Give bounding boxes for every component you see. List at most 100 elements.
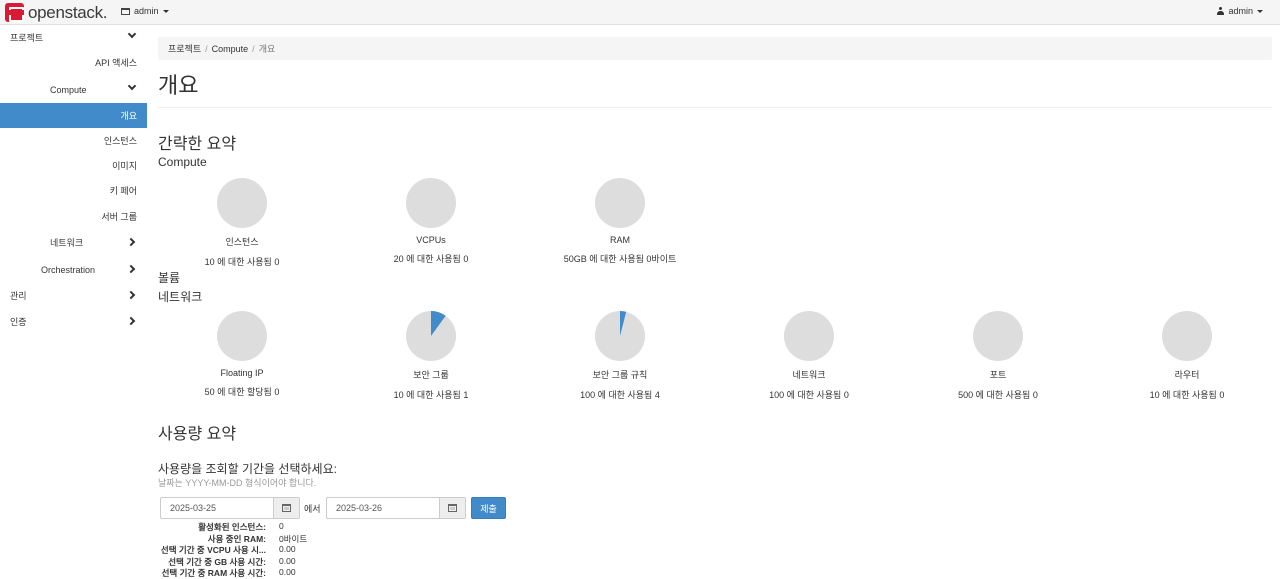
quota-pie-chart: VCPUs 20 에 대한 사용됨 0 bbox=[361, 177, 501, 265]
sidebar: 프로젝트 API 액세스 Compute 개요 인스턴스 이미지 키 페어 서버… bbox=[0, 25, 147, 571]
chevron-right-icon bbox=[126, 316, 136, 326]
sidebar-item-server-groups[interactable]: 서버 그룹 bbox=[0, 204, 137, 229]
quota-pie-chart: RAM 50GB 에 대한 사용됨 0바이트 bbox=[550, 177, 690, 265]
project-dropdown[interactable]: admin bbox=[121, 6, 169, 16]
quota-pie-chart: 보안 그룹 10 에 대한 사용됨 1 bbox=[361, 310, 501, 401]
pie-graphic bbox=[1162, 311, 1212, 361]
quota-label: 네트워크 bbox=[792, 370, 826, 380]
usage-stat-value: 0.00 bbox=[279, 544, 296, 554]
sidebar-item-label: 네트워크 bbox=[50, 238, 84, 248]
breadcrumb-compute[interactable]: Compute bbox=[212, 44, 249, 54]
usage-stat-row: 선택 기간 중 GB 사용 시간: 0.00 bbox=[158, 555, 296, 568]
chevron-right-icon bbox=[126, 264, 136, 274]
quota-label: 인스턴스 bbox=[225, 237, 259, 247]
usage-stat-value: 0 bbox=[279, 521, 284, 531]
usage-stat-row: 사용 중인 RAM: 0바이트 bbox=[158, 533, 307, 545]
quota-pie-chart: 네트워크 100 에 대한 사용됨 0 bbox=[739, 310, 879, 401]
sidebar-item-keypairs[interactable]: 키 페어 bbox=[0, 178, 137, 203]
quota-label: Floating IP bbox=[220, 368, 264, 378]
openstack-logo-icon bbox=[5, 3, 24, 22]
sidebar-item-label: API 액세스 bbox=[95, 58, 137, 68]
start-date-picker-button[interactable] bbox=[273, 498, 299, 518]
pie-graphic bbox=[217, 178, 267, 228]
user-name: admin bbox=[1228, 6, 1253, 16]
quota-pie-chart: 인스턴스 10 에 대한 사용됨 0 bbox=[172, 177, 312, 268]
sidebar-item-images[interactable]: 이미지 bbox=[0, 153, 137, 178]
pie-available-slice bbox=[406, 178, 456, 228]
usage-stat-value: 0.00 bbox=[279, 567, 296, 577]
breadcrumb-current: 개요 bbox=[258, 44, 276, 54]
end-date-picker-button[interactable] bbox=[439, 498, 465, 518]
usage-stat-row: 선택 기간 중 RAM 사용 시간: 0.00 bbox=[158, 567, 296, 579]
top-navbar: openstack. admin admin bbox=[0, 0, 1280, 25]
sidebar-item-api-access[interactable]: API 액세스 bbox=[0, 50, 137, 75]
caret-down-icon bbox=[162, 9, 169, 13]
usage-stat-key: 선택 기간 중 GB 사용 시간: bbox=[168, 556, 266, 567]
user-menu[interactable]: admin bbox=[1217, 6, 1263, 16]
quota-label: 포트 bbox=[989, 370, 1007, 380]
user-icon bbox=[1217, 7, 1225, 15]
usage-stat-key: 활성화된 인스턴스: bbox=[198, 522, 266, 532]
pie-graphic bbox=[217, 311, 267, 361]
sidebar-item-identity[interactable]: 인증 bbox=[10, 309, 147, 334]
usage-stat-key: 선택 기간 중 RAM 사용 시간: bbox=[161, 568, 266, 578]
end-date-input[interactable] bbox=[327, 498, 439, 518]
sidebar-item-label: Orchestration bbox=[41, 264, 96, 275]
breadcrumb: 프로젝트 / Compute / 개요 bbox=[158, 37, 1272, 60]
usage-stat-value: 0.00 bbox=[279, 555, 296, 566]
sidebar-item-instances[interactable]: 인스턴스 bbox=[0, 128, 137, 153]
quota-usage-text: 50 에 대한 할당됨 0 bbox=[204, 387, 280, 397]
openstack-logo[interactable]: openstack. bbox=[5, 2, 108, 22]
sidebar-item-network[interactable]: 네트워크 bbox=[50, 230, 147, 255]
chevron-right-icon bbox=[126, 290, 136, 300]
calendar-icon bbox=[282, 504, 291, 512]
quota-label: 보안 그룹 bbox=[413, 370, 449, 380]
sidebar-item-label: 개요 bbox=[120, 111, 137, 121]
brand-text: openstack. bbox=[28, 2, 108, 22]
volume-heading: 볼륨 bbox=[158, 271, 181, 285]
pie-available-slice bbox=[1162, 311, 1212, 361]
quota-usage-text: 100 에 대한 사용됨 4 bbox=[580, 390, 660, 400]
date-range-separator: 에서 bbox=[304, 504, 321, 514]
quota-pie-chart: 보안 그룹 규칙 100 에 대한 사용됨 4 bbox=[550, 310, 690, 401]
sidebar-item-compute[interactable]: Compute bbox=[50, 77, 147, 102]
breadcrumb-separator: / bbox=[205, 43, 208, 54]
quota-label: VCPUs bbox=[416, 235, 446, 245]
calendar-icon bbox=[448, 504, 457, 512]
end-date-group bbox=[326, 497, 466, 519]
quota-label: 라우터 bbox=[1174, 370, 1200, 380]
project-name: admin bbox=[134, 6, 159, 16]
breadcrumb-project[interactable]: 프로젝트 bbox=[168, 42, 201, 55]
sidebar-item-orchestration[interactable]: Orchestration bbox=[41, 257, 147, 282]
usage-stat-row: 활성화된 인스턴스: 0 bbox=[158, 521, 284, 533]
breadcrumb-separator: / bbox=[252, 43, 255, 54]
usage-stat-value: 0바이트 bbox=[279, 533, 308, 544]
compute-heading: Compute bbox=[158, 155, 207, 169]
sidebar-item-admin[interactable]: 관리 bbox=[10, 283, 147, 308]
start-date-input[interactable] bbox=[161, 498, 273, 518]
divider bbox=[158, 107, 1272, 108]
sidebar-item-overview[interactable]: 개요 bbox=[0, 103, 147, 128]
quota-usage-text: 10 에 대한 사용됨 0 bbox=[204, 257, 280, 267]
quota-pie-chart: 라우터 10 에 대한 사용됨 0 bbox=[1117, 310, 1257, 401]
sidebar-item-project[interactable]: 프로젝트 bbox=[10, 25, 147, 50]
pie-graphic bbox=[595, 311, 645, 361]
usage-summary-heading: 사용량 요약 bbox=[158, 426, 237, 443]
project-icon bbox=[121, 7, 130, 15]
quota-usage-text: 100 에 대한 사용됨 0 bbox=[769, 390, 849, 400]
submit-button[interactable]: 제출 bbox=[471, 497, 506, 519]
quota-pie-chart: Floating IP 50 에 대한 할당됨 0 bbox=[172, 310, 312, 398]
pie-graphic bbox=[406, 311, 456, 361]
pie-available-slice bbox=[595, 178, 645, 228]
network-heading: 네트워크 bbox=[158, 290, 203, 304]
page-title: 개요 bbox=[158, 73, 199, 98]
pie-available-slice bbox=[973, 311, 1023, 361]
sidebar-item-label: 서버 그룹 bbox=[101, 212, 137, 222]
pie-graphic bbox=[784, 311, 834, 361]
quota-label: RAM bbox=[610, 235, 630, 245]
pie-graphic bbox=[406, 178, 456, 228]
quota-usage-text: 500 에 대한 사용됨 0 bbox=[958, 390, 1038, 400]
sidebar-item-label: 키 페어 bbox=[109, 186, 137, 196]
sidebar-item-label: 이미지 bbox=[112, 161, 137, 171]
sidebar-item-label: 프로젝트 bbox=[10, 33, 44, 43]
